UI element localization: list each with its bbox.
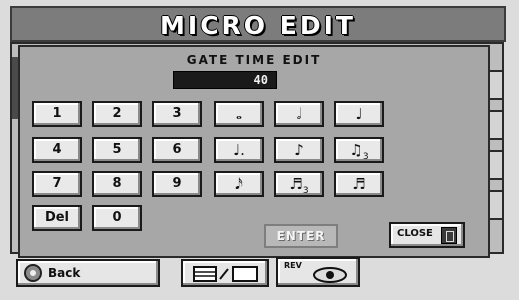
- sixteenth-triplet-note-button[interactable]: ♬3: [274, 171, 324, 197]
- delete-button[interactable]: Del: [32, 205, 82, 231]
- quarter-note-button[interactable]: ♩: [334, 101, 384, 127]
- title-bar: MICRO EDIT: [10, 6, 506, 42]
- sixteenth-note-button[interactable]: 𝅘𝅥𝅯: [214, 171, 264, 197]
- sixteenth-triplet-note-icon: ♬3: [289, 175, 309, 196]
- side-tab[interactable]: [488, 70, 504, 100]
- close-label: CLOSE: [397, 228, 433, 239]
- thirty-second-note-button[interactable]: ♬: [334, 171, 384, 197]
- close-button[interactable]: CLOSE: [389, 222, 465, 248]
- gate-time-dialog: GATE TIME EDIT 40 1 2 3 4 5 6 7 8 9 Del …: [12, 45, 490, 258]
- gate-time-value: 40: [253, 73, 268, 87]
- back-button[interactable]: Back: [16, 259, 160, 287]
- thirty-second-note-icon: ♬: [352, 175, 366, 193]
- view-toggle-icon: [193, 266, 258, 282]
- key-0-button[interactable]: 0: [92, 205, 142, 231]
- whole-note-icon: 𝅝: [236, 105, 242, 123]
- view-toggle-button[interactable]: [181, 259, 269, 287]
- back-label: Back: [48, 266, 81, 280]
- reverse-button[interactable]: REV: [276, 257, 360, 287]
- eighth-triplet-note-button[interactable]: ♫3: [334, 137, 384, 163]
- key-8-button[interactable]: 8: [92, 171, 142, 197]
- side-tab[interactable]: [488, 110, 504, 140]
- key-3-button[interactable]: 3: [152, 101, 202, 127]
- gate-time-value-field[interactable]: 40: [173, 71, 277, 89]
- key-6-button[interactable]: 6: [152, 137, 202, 163]
- eighth-note-button[interactable]: ♪: [274, 137, 324, 163]
- back-disk-icon: [24, 264, 42, 282]
- quarter-note-icon: ♩: [355, 105, 363, 123]
- eye-icon: [313, 267, 347, 283]
- key-7-button[interactable]: 7: [32, 171, 82, 197]
- dotted-quarter-note-button[interactable]: ♩.: [214, 137, 264, 163]
- sixteenth-note-icon: 𝅘𝅥𝅯: [235, 175, 243, 193]
- key-4-button[interactable]: 4: [32, 137, 82, 163]
- side-tab[interactable]: [488, 190, 504, 220]
- key-5-button[interactable]: 5: [92, 137, 142, 163]
- half-note-button[interactable]: 𝅗𝅥: [274, 101, 324, 127]
- side-tab[interactable]: [488, 150, 504, 180]
- whole-note-button[interactable]: 𝅝: [214, 101, 264, 127]
- dotted-quarter-note-icon: ♩.: [233, 141, 245, 159]
- micro-edit-screen: MICRO EDIT GATE TIME EDIT 40 1 2 3 4 5 6…: [0, 0, 519, 300]
- reverse-label: REV: [284, 261, 302, 270]
- dialog-edge: [12, 57, 18, 119]
- bottom-toolbar: Back REV: [10, 256, 504, 292]
- close-icon: [441, 227, 457, 244]
- page-title: MICRO EDIT: [160, 11, 356, 40]
- key-1-button[interactable]: 1: [32, 101, 82, 127]
- key-9-button[interactable]: 9: [152, 171, 202, 197]
- enter-button[interactable]: ENTER: [264, 224, 338, 248]
- key-2-button[interactable]: 2: [92, 101, 142, 127]
- half-note-icon: 𝅗𝅥: [296, 105, 302, 123]
- eighth-note-icon: ♪: [294, 141, 304, 159]
- dialog-title: GATE TIME EDIT: [186, 53, 322, 67]
- eighth-triplet-note-icon: ♫3: [349, 141, 369, 162]
